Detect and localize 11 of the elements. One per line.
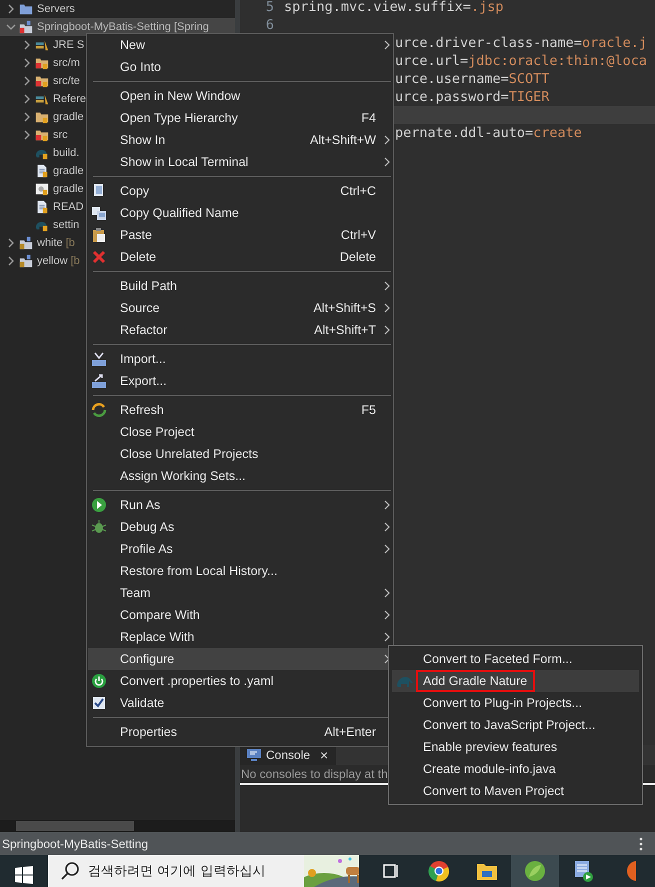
code-line: pernate.ddl-auto=create — [395, 125, 582, 141]
code-line: urce.password=TIGER — [395, 89, 550, 105]
tree-decoration: [b — [70, 255, 80, 267]
code-line: spring.mvc.view.suffix=.jsp — [284, 0, 504, 15]
code-line: urce.url=jdbc:oracle:thin:@loca — [395, 53, 647, 69]
tree-decoration: [b — [66, 237, 75, 249]
status-bar: Springboot-MyBatis-Setting — [0, 832, 655, 855]
line-number: 6 — [264, 17, 275, 33]
code-line: urce.driver-class-name=oracle.j — [395, 35, 647, 51]
line-number: 5 — [264, 0, 275, 15]
code-line: urce.username=SCOTT — [395, 71, 550, 87]
